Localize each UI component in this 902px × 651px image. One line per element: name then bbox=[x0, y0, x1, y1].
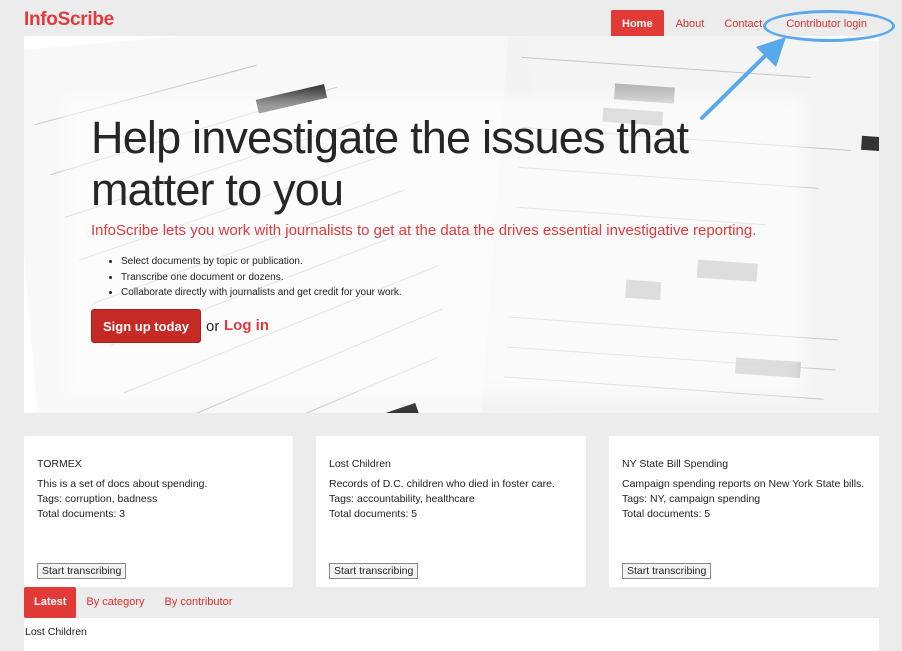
card-tags: Tags: accountability, healthcare bbox=[329, 493, 475, 505]
card-total: Total documents: 3 bbox=[37, 508, 126, 520]
card-total: Total documents: 5 bbox=[622, 508, 711, 520]
or-text: or bbox=[206, 318, 220, 335]
card-description: Campaign spending reports on New York St… bbox=[622, 478, 865, 490]
hero-bullet: Collaborate directly with journalists an… bbox=[121, 285, 402, 301]
list-item[interactable]: Lost Children bbox=[25, 626, 878, 638]
login-link[interactable]: Log in bbox=[224, 317, 269, 334]
tab-latest[interactable]: Latest bbox=[24, 587, 77, 618]
project-card-lost-children: Lost Children Records of D.C. children w… bbox=[316, 436, 586, 587]
arrow-icon bbox=[700, 37, 786, 120]
project-card-tormex: TORMEX This is a set of docs about spend… bbox=[24, 436, 293, 587]
hero-bullet-list: Select documents by topic or publication… bbox=[121, 254, 402, 301]
card-title[interactable]: TORMEX bbox=[37, 457, 280, 472]
card-description: Records of D.C. children who died in fos… bbox=[329, 478, 555, 490]
nav-home[interactable]: Home bbox=[611, 10, 664, 39]
card-tags: Tags: NY, campaign spending bbox=[622, 493, 761, 505]
hero-bullet: Select documents by topic or publication… bbox=[121, 254, 402, 270]
signup-button[interactable]: Sign up today bbox=[91, 309, 201, 343]
tab-by-contributor[interactable]: By contributor bbox=[155, 587, 243, 618]
start-transcribing-button[interactable]: Start transcribing bbox=[37, 563, 127, 579]
hero-lead: InfoScribe lets you work with journalist… bbox=[91, 222, 757, 239]
brand-logo[interactable]: InfoScribe bbox=[24, 9, 114, 31]
card-tags: Tags: corruption, badness bbox=[37, 493, 158, 505]
card-title[interactable]: Lost Children bbox=[329, 457, 573, 472]
hero-bullet: Transcribe one document or dozens. bbox=[121, 270, 402, 286]
listing-tabs: Latest By category By contributor bbox=[24, 587, 242, 618]
tab-by-category[interactable]: By category bbox=[76, 587, 154, 618]
card-title[interactable]: NY State Bill Spending bbox=[622, 457, 866, 472]
project-card-ny-state: NY State Bill Spending Campaign spending… bbox=[609, 436, 879, 587]
card-total: Total documents: 5 bbox=[329, 508, 418, 520]
start-transcribing-button[interactable]: Start transcribing bbox=[329, 563, 419, 579]
latest-panel: Lost Children bbox=[24, 618, 879, 651]
start-transcribing-button[interactable]: Start transcribing bbox=[622, 563, 712, 579]
card-description: This is a set of docs about spending. bbox=[37, 478, 208, 490]
